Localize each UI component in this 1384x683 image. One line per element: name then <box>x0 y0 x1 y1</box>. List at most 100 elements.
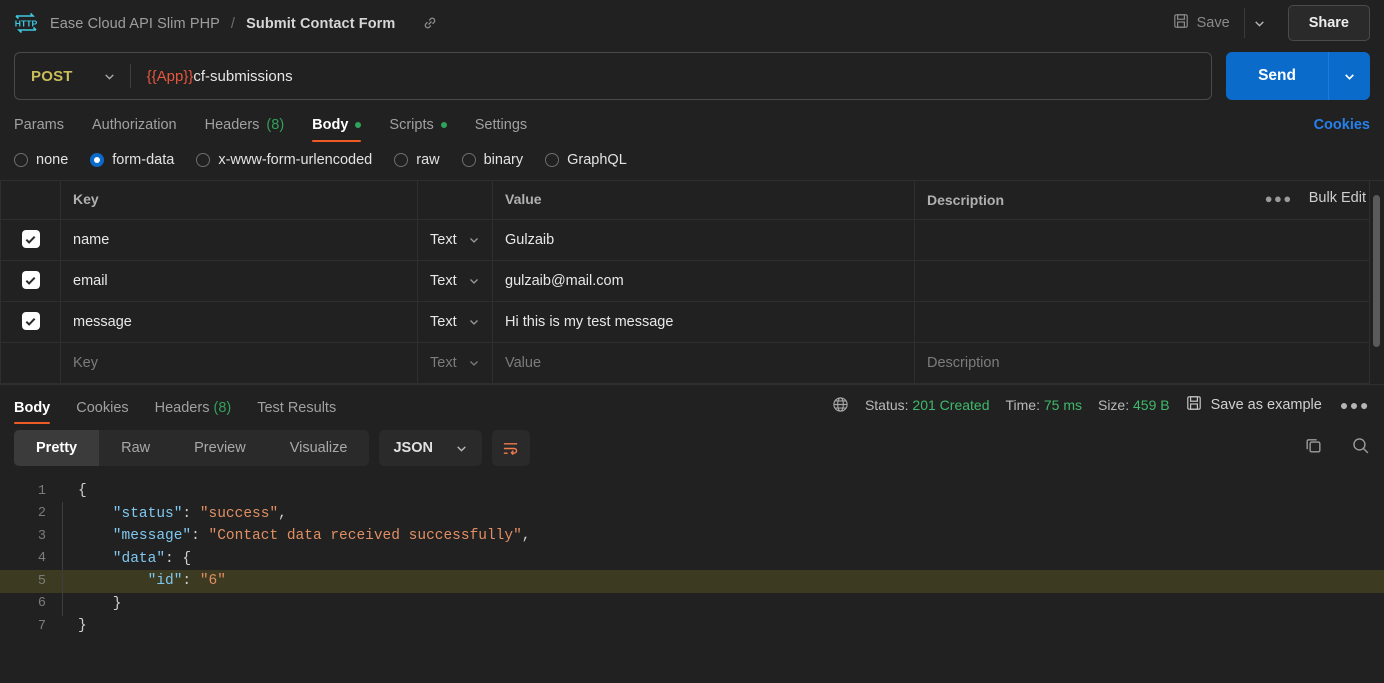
header-key-label: Key <box>73 190 99 207</box>
tab-authorization[interactable]: Authorization <box>92 111 177 142</box>
format-selector[interactable]: JSON <box>379 430 482 466</box>
placeholder-key-cell[interactable]: Key <box>60 342 418 384</box>
url-variable: {{App}} <box>146 67 194 85</box>
search-icon[interactable] <box>1351 436 1370 460</box>
link-icon[interactable] <box>422 15 438 31</box>
row-checkbox-cell[interactable] <box>0 301 61 343</box>
row-key-cell[interactable]: email <box>60 260 418 302</box>
table-vertical-scrollbar[interactable] <box>1373 195 1380 347</box>
radio-none[interactable]: none <box>14 152 68 168</box>
response-tabs: Body Cookies Headers (8) Test Results <box>14 385 362 424</box>
floppy-disk-icon <box>1186 395 1202 415</box>
row-description-cell[interactable] <box>914 260 1370 302</box>
radio-form-data[interactable]: form-data <box>90 152 174 168</box>
line-number: 3 <box>37 528 46 544</box>
response-ellipsis-icon[interactable]: ●●● <box>1340 397 1370 413</box>
line-number: 7 <box>37 618 46 634</box>
save-as-example-button[interactable]: Save as example <box>1186 395 1322 415</box>
json-key: "id" <box>78 573 183 590</box>
response-tab-body[interactable]: Body <box>14 400 51 424</box>
response-tab-cookies[interactable]: Cookies <box>76 400 128 424</box>
response-tab-test-results[interactable]: Test Results <box>257 400 336 424</box>
row-type-cell[interactable]: Text <box>417 301 493 343</box>
cookies-link[interactable]: Cookies <box>1314 117 1370 142</box>
row-value-value: gulzaib@mail.com <box>505 272 624 289</box>
save-button[interactable]: Save <box>1163 7 1240 39</box>
row-description-cell[interactable] <box>914 219 1370 261</box>
row-type-cell[interactable]: Text <box>417 260 493 302</box>
ellipsis-icon[interactable]: ●●● <box>1265 191 1293 206</box>
radio-raw[interactable]: raw <box>394 152 440 168</box>
line-code: "message": "Contact data received succes… <box>62 524 531 549</box>
radio-circle-icon <box>14 153 28 167</box>
placeholder-checkbox-cell <box>0 342 61 384</box>
status-label: Status: <box>864 396 909 413</box>
url-input[interactable]: {{App}}cf-submissions <box>131 68 293 85</box>
placeholder-type-cell[interactable]: Text <box>417 342 493 384</box>
checkbox-checked-icon[interactable] <box>21 230 40 249</box>
bulk-edit-button[interactable]: Bulk Edit <box>1309 190 1366 206</box>
method-selector[interactable]: POST <box>15 53 130 99</box>
radio-label: none <box>36 152 69 168</box>
line-code: "id": "6" <box>62 569 226 594</box>
tab-params[interactable]: Params <box>14 111 64 142</box>
radio-circle-icon <box>461 153 476 167</box>
tab-label: Settings <box>474 117 528 133</box>
row-value-cell[interactable]: Hi this is my test message <box>492 301 915 343</box>
code-line-highlighted: 5 "id": "6" <box>0 569 1384 594</box>
send-button[interactable]: Send <box>1226 52 1328 100</box>
row-checkbox-cell[interactable] <box>0 260 61 302</box>
row-key-value: message <box>73 313 132 330</box>
row-type-cell[interactable]: Text <box>417 219 493 261</box>
view-mode-preview[interactable]: Preview <box>172 430 268 466</box>
line-code: } <box>62 591 122 616</box>
placeholder-description-cell[interactable]: Description <box>914 342 1370 384</box>
row-type-value: Text <box>430 231 457 248</box>
radio-graphql[interactable]: GraphQL <box>545 152 627 168</box>
view-mode-raw[interactable]: Raw <box>99 430 172 466</box>
tab-scripts[interactable]: Scripts <box>389 111 447 142</box>
row-type-value: Text <box>430 272 457 289</box>
globe-icon[interactable] <box>832 396 849 413</box>
placeholder-value-cell[interactable]: Value <box>492 342 915 384</box>
radio-x-www-form-urlencoded[interactable]: x-www-form-urlencoded <box>196 152 372 168</box>
save-options-chevron-down-icon[interactable] <box>1243 8 1274 38</box>
row-description-cell[interactable] <box>914 301 1370 343</box>
chevron-down-icon <box>468 275 480 287</box>
breadcrumb-request-name[interactable]: Submit Contact Form <box>246 16 395 32</box>
wrap-lines-icon[interactable] <box>491 430 530 466</box>
row-key-cell[interactable]: message <box>60 301 418 343</box>
row-type-value: Text <box>430 313 457 330</box>
tab-body[interactable]: Body <box>312 111 362 142</box>
send-options-chevron-down-icon[interactable] <box>1328 52 1370 100</box>
table-row[interactable]: message Text Hi this is my test message <box>0 301 1370 343</box>
url-bar: POST {{App}}cf-submissions <box>14 52 1213 100</box>
view-mode-visualize[interactable]: Visualize <box>268 430 370 466</box>
radio-circle-selected-icon <box>90 153 105 167</box>
response-body-json-viewer[interactable]: 1 { 2 "status": "success", 3 "message": … <box>0 474 1384 683</box>
table-row[interactable]: email Text gulzaib@mail.com <box>0 260 1370 302</box>
table-row[interactable]: name Text Gulzaib <box>0 219 1370 261</box>
row-value-cell[interactable]: gulzaib@mail.com <box>492 260 915 302</box>
breadcrumb-collection[interactable]: Ease Cloud API Slim PHP <box>50 16 220 32</box>
row-checkbox-cell[interactable] <box>0 219 61 261</box>
radio-binary[interactable]: binary <box>461 152 523 168</box>
row-value-cell[interactable]: Gulzaib <box>492 219 915 261</box>
json-string: "Contact data received successfully" <box>208 528 522 545</box>
tab-settings[interactable]: Settings <box>475 111 527 142</box>
copy-icon[interactable] <box>1304 436 1323 460</box>
response-tab-headers[interactable]: Headers (8) <box>155 400 232 424</box>
code-line: 4 "data": { <box>0 546 1384 571</box>
row-key-cell[interactable]: name <box>60 219 418 261</box>
checkbox-checked-icon[interactable] <box>21 271 40 290</box>
checkbox-checked-icon[interactable] <box>21 312 40 331</box>
line-code: "data": { <box>62 546 191 571</box>
code-line: 2 "status": "success", <box>0 501 1384 526</box>
tab-headers[interactable]: Headers (8) <box>205 111 285 142</box>
share-button[interactable]: Share <box>1287 5 1370 41</box>
view-mode-pretty[interactable]: Pretty <box>14 430 100 466</box>
tab-label: Params <box>14 117 64 133</box>
header-value: Value <box>492 181 915 220</box>
table-row-placeholder[interactable]: Key Text Value Description <box>0 342 1370 384</box>
tab-label: Headers <box>154 400 210 416</box>
